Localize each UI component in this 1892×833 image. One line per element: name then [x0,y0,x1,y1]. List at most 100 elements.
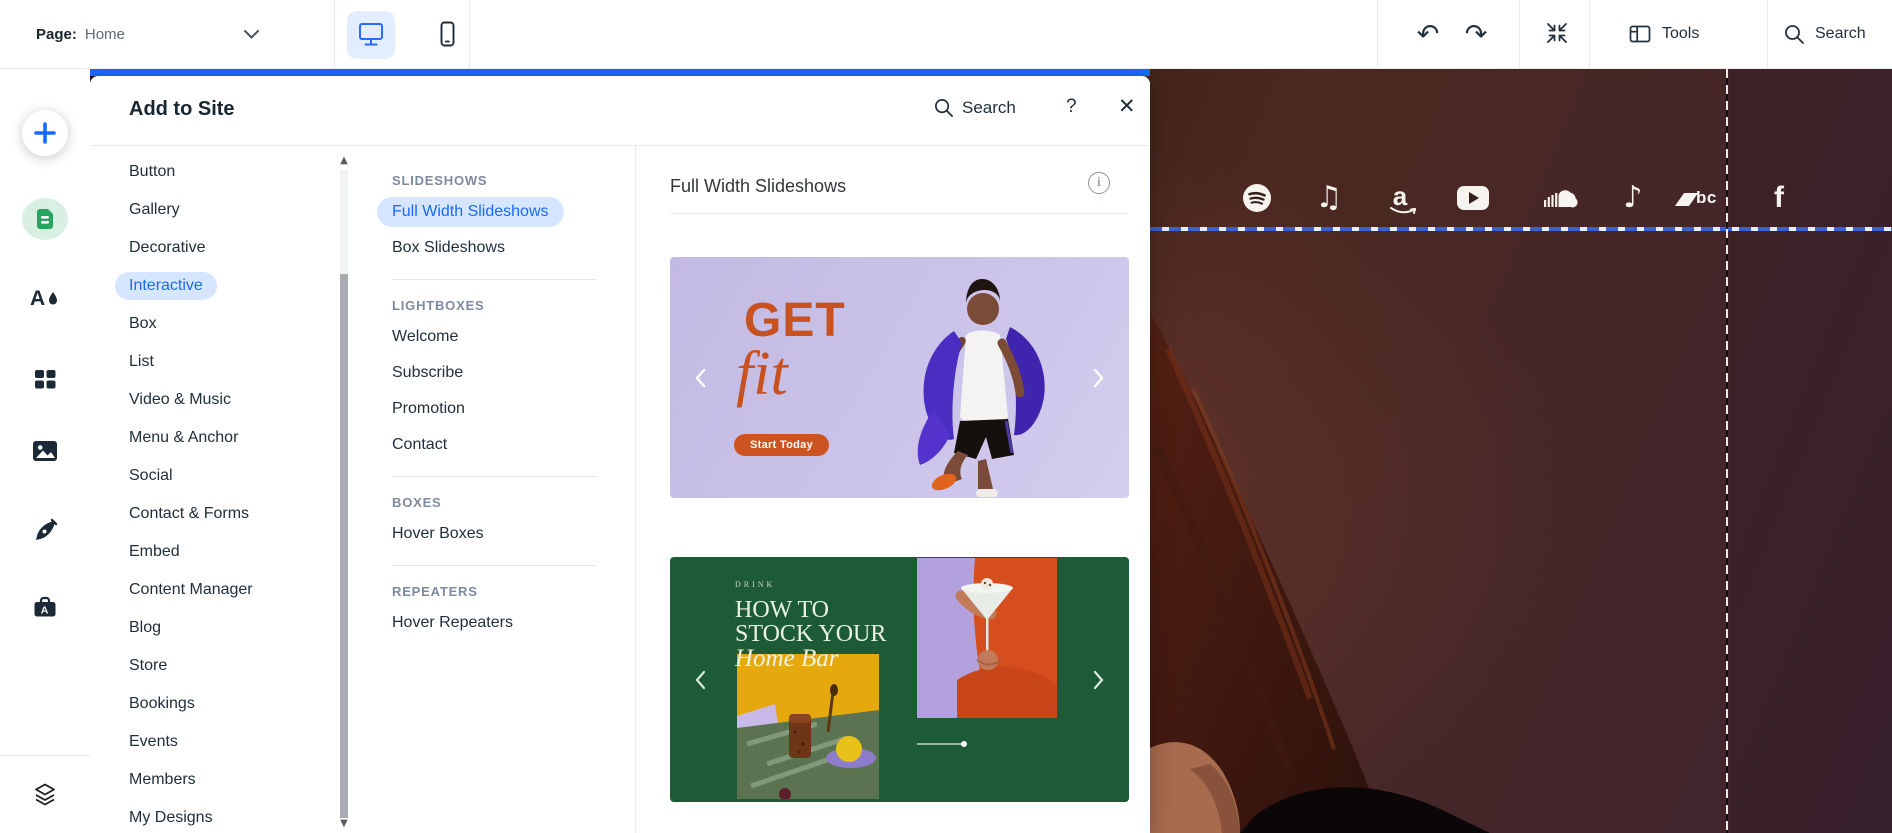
search-icon [1783,23,1805,45]
panel-header: Add to Site Search ? ✕ [90,76,1150,146]
canvas-section-right [1729,69,1892,833]
section-header: BOXES [392,495,442,510]
category-item[interactable]: Decorative [90,229,350,267]
scroll-up-icon[interactable]: ▲ [339,156,349,166]
help-button[interactable]: ? [1066,96,1077,118]
youtube-icon[interactable] [1455,180,1491,216]
vertical-guide-line[interactable] [1726,69,1728,833]
facebook-icon[interactable]: f [1761,180,1797,216]
category-item[interactable]: My Designs [90,799,350,833]
subcategory-item[interactable]: Box Slideshows [392,230,635,266]
scroll-down-icon[interactable]: ▼ [339,819,349,829]
close-icon[interactable]: ✕ [1118,94,1136,119]
zoom-out-button[interactable] [1540,0,1574,68]
tools-panel-icon [1628,22,1652,46]
chevron-down-icon [243,29,260,40]
category-item[interactable]: Gallery [90,191,350,229]
slide2-photo-table [737,654,879,799]
subcategory-item[interactable]: Full Width Slideshows [377,194,635,230]
category-item[interactable]: Video & Music [90,381,350,419]
category-item[interactable]: Interactive [90,267,350,305]
sidebar-item-content[interactable] [0,518,90,544]
amazon-icon[interactable]: a [1382,180,1418,216]
undo-button[interactable]: ↶ [1410,0,1446,68]
apple-music-icon[interactable]: ♫ [1311,180,1347,216]
search-icon [933,97,954,118]
slide2-prev-icon[interactable] [690,669,712,691]
design-theme-icon: A [30,284,60,310]
page-selector-dropdown[interactable]: Page: Home [36,0,260,68]
redo-button[interactable]: ↷ [1458,0,1494,68]
sidebar-item-media[interactable] [0,440,90,462]
sidebar-item-app-market[interactable] [0,367,90,391]
category-item[interactable]: Content Manager [90,571,350,609]
section-header: REPEATERS [392,584,478,599]
category-item[interactable]: Store [90,647,350,685]
category-item[interactable]: Bookings [90,685,350,723]
spotify-icon[interactable] [1239,180,1275,216]
topbar-divider [334,0,335,68]
subcategory-item[interactable]: Hover Boxes [392,516,635,552]
scrollbar-thumb[interactable] [340,274,348,818]
category-item[interactable]: Button [90,153,350,191]
slideshow-preview-get-fit[interactable]: GET fit Start Today [670,257,1129,498]
category-item[interactable]: Blog [90,609,350,647]
sidebar-item-sections[interactable] [0,198,90,240]
panel-title: Add to Site [129,98,235,120]
slide2-text: DRINK HOW TO STOCK YOUR Home Bar [735,580,886,671]
page-label: Page: [36,25,77,43]
section-items: Full Width Slideshows Box Slideshows [377,194,635,266]
slide2-next-icon[interactable] [1087,669,1109,691]
category-item[interactable]: Events [90,723,350,761]
undo-icon: ↶ [1416,18,1440,50]
category-item[interactable]: List [90,343,350,381]
mobile-view-button[interactable] [423,11,471,59]
topbar-divider [1377,0,1378,68]
topbar-search-button[interactable]: Search [1783,0,1866,68]
subcategory-item[interactable]: Hover Repeaters [392,605,635,641]
sidebar-item-site-design[interactable]: A [0,284,90,310]
sidebar-item-layers[interactable] [0,781,90,807]
pen-nib-icon [32,518,58,544]
category-item[interactable]: Embed [90,533,350,571]
preview-title: Full Width Slideshows [670,176,847,196]
tiktok-icon[interactable]: ♪ [1615,180,1651,216]
panel-search-button[interactable]: Search [933,97,1016,118]
briefcase-a-icon: A [32,594,58,620]
category-item[interactable]: Menu & Anchor [90,419,350,457]
subcategory-item[interactable]: Contact [392,427,635,463]
redo-icon: ↷ [1464,18,1488,50]
horizontal-guide-line[interactable] [1150,227,1892,231]
sidebar-divider [0,755,90,756]
preview-column: Full Width Slideshows i GET fit Start To… [635,146,1150,833]
category-scrollbar: ▲ ▼ [338,146,350,833]
subcategory-item[interactable]: Promotion [392,391,635,427]
slide1-subline: fit [736,340,788,408]
column-divider [392,279,597,280]
add-element-button[interactable] [0,110,90,156]
background-photo-woman [1148,309,1490,833]
section-items: Hover Repeaters [392,605,635,641]
category-item[interactable]: Members [90,761,350,799]
sidebar-item-apps[interactable]: A [0,594,90,620]
category-item[interactable]: Box [90,305,350,343]
topbar-divider [1519,0,1520,68]
editor-topbar: Page: Home ↶ ↷ Tools Search [0,0,1892,69]
category-item[interactable]: Contact & Forms [90,495,350,533]
tools-button[interactable]: Tools [1628,0,1699,68]
desktop-view-button[interactable] [347,11,395,59]
soundcloud-icon[interactable] [1542,180,1578,216]
page-value: Home [84,25,125,43]
slideshow-preview-home-bar[interactable]: DRINK HOW TO STOCK YOUR Home Bar [670,557,1129,802]
topbar-search-label: Search [1815,25,1866,42]
subcategory-item[interactable]: Welcome [392,319,635,355]
category-item[interactable]: Social [90,457,350,495]
slide1-prev-icon[interactable] [690,367,712,389]
tools-label: Tools [1662,25,1700,42]
info-icon[interactable]: i [1088,172,1110,194]
slide1-next-icon[interactable] [1087,367,1109,389]
slide2-line3: Home Bar [735,645,839,672]
subcategory-item[interactable]: Subscribe [392,355,635,391]
topbar-divider [1589,0,1590,68]
add-to-site-panel: Add to Site Search ? ✕ Button Gallery Deco… [90,76,1150,833]
